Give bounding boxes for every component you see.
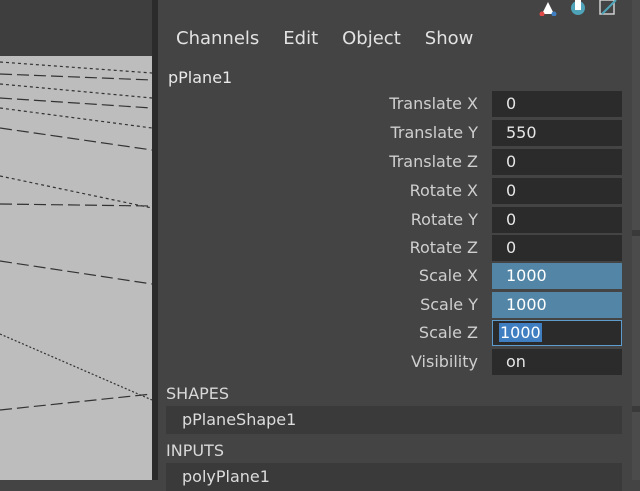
side-tab[interactable] <box>632 236 640 406</box>
attribute-field[interactable]: 550 <box>492 120 622 146</box>
menu-object[interactable]: Object <box>342 28 413 49</box>
viewport[interactable] <box>0 56 152 480</box>
shapes-header: SHAPES <box>166 384 230 403</box>
attribute-field[interactable]: 0 <box>492 207 622 233</box>
attribute-field[interactable]: 0 <box>492 91 622 117</box>
inputs-header: INPUTS <box>166 441 224 460</box>
attribute-row-translate-y[interactable]: Translate Y 550 <box>158 119 632 147</box>
wire-line <box>0 107 152 129</box>
wire-line <box>0 73 152 81</box>
channel-box-panel: Channels Edit Object Show pPlane1 Transl… <box>158 0 632 491</box>
side-tab[interactable] <box>632 0 640 230</box>
menu-show[interactable]: Show <box>425 28 486 49</box>
viewport-menu-strip <box>0 0 152 56</box>
menu-channels[interactable]: Channels <box>176 28 271 49</box>
viewport-wireframe <box>0 61 152 411</box>
attribute-field[interactable]: 0 <box>492 149 622 175</box>
side-tab[interactable] <box>632 412 640 480</box>
wire-line <box>0 175 152 209</box>
tool-settings-icon[interactable] <box>598 0 618 16</box>
attribute-field[interactable]: 0 <box>492 178 622 204</box>
selected-text[interactable]: 1000 <box>499 323 542 342</box>
menu-edit[interactable]: Edit <box>283 28 330 49</box>
attribute-label: Translate X <box>389 94 478 113</box>
attribute-label: Visibility <box>410 352 478 371</box>
wire-line <box>0 260 152 285</box>
attribute-label: Translate Z <box>389 152 478 171</box>
wire-line <box>0 333 152 401</box>
attribute-row-translate-z[interactable]: Translate Z 0 <box>158 148 632 176</box>
attribute-label: Scale Z <box>418 323 478 342</box>
attribute-label: Rotate Y <box>410 210 478 229</box>
panel-toolbar <box>538 0 618 16</box>
wire-line <box>0 97 152 109</box>
wire-line <box>0 393 152 411</box>
attribute-row-translate-x[interactable]: Translate X 0 <box>158 90 632 118</box>
channel-box-icon[interactable] <box>538 0 558 16</box>
attribute-row-scale-z[interactable]: Scale Z 1000 <box>158 319 632 347</box>
attribute-row-rotate-y[interactable]: Rotate Y 0 <box>158 206 632 234</box>
attribute-row-scale-x[interactable]: Scale X 1000 <box>158 262 632 290</box>
channel-box-menubar: Channels Edit Object Show <box>176 28 497 49</box>
attribute-label: Rotate Z <box>409 238 478 257</box>
node-name[interactable]: pPlane1 <box>168 68 232 87</box>
attribute-field[interactable]: on <box>492 349 622 375</box>
wire-line <box>0 127 152 151</box>
side-tab-strip <box>632 0 640 480</box>
attribute-row-rotate-z[interactable]: Rotate Z 0 <box>158 234 632 262</box>
shape-item[interactable]: pPlaneShape1 <box>166 406 622 434</box>
attribute-row-scale-y[interactable]: Scale Y 1000 <box>158 291 632 319</box>
attribute-row-visibility[interactable]: Visibility on <box>158 348 632 376</box>
attribute-editor-icon[interactable] <box>568 0 588 16</box>
wire-line <box>0 61 152 74</box>
attribute-label: Translate Y <box>390 123 478 142</box>
input-item[interactable]: polyPlane1 <box>166 463 622 491</box>
attribute-field-editing[interactable]: 1000 <box>492 320 622 346</box>
wire-line <box>0 83 152 99</box>
attribute-field[interactable]: 1000 <box>492 292 622 318</box>
wire-line <box>0 203 152 207</box>
attribute-field[interactable]: 1000 <box>492 263 622 289</box>
attribute-label: Scale X <box>418 266 478 285</box>
attribute-field[interactable]: 0 <box>492 235 622 261</box>
attribute-row-rotate-x[interactable]: Rotate X 0 <box>158 177 632 205</box>
attribute-label: Rotate X <box>409 181 478 200</box>
attribute-label: Scale Y <box>420 295 478 314</box>
